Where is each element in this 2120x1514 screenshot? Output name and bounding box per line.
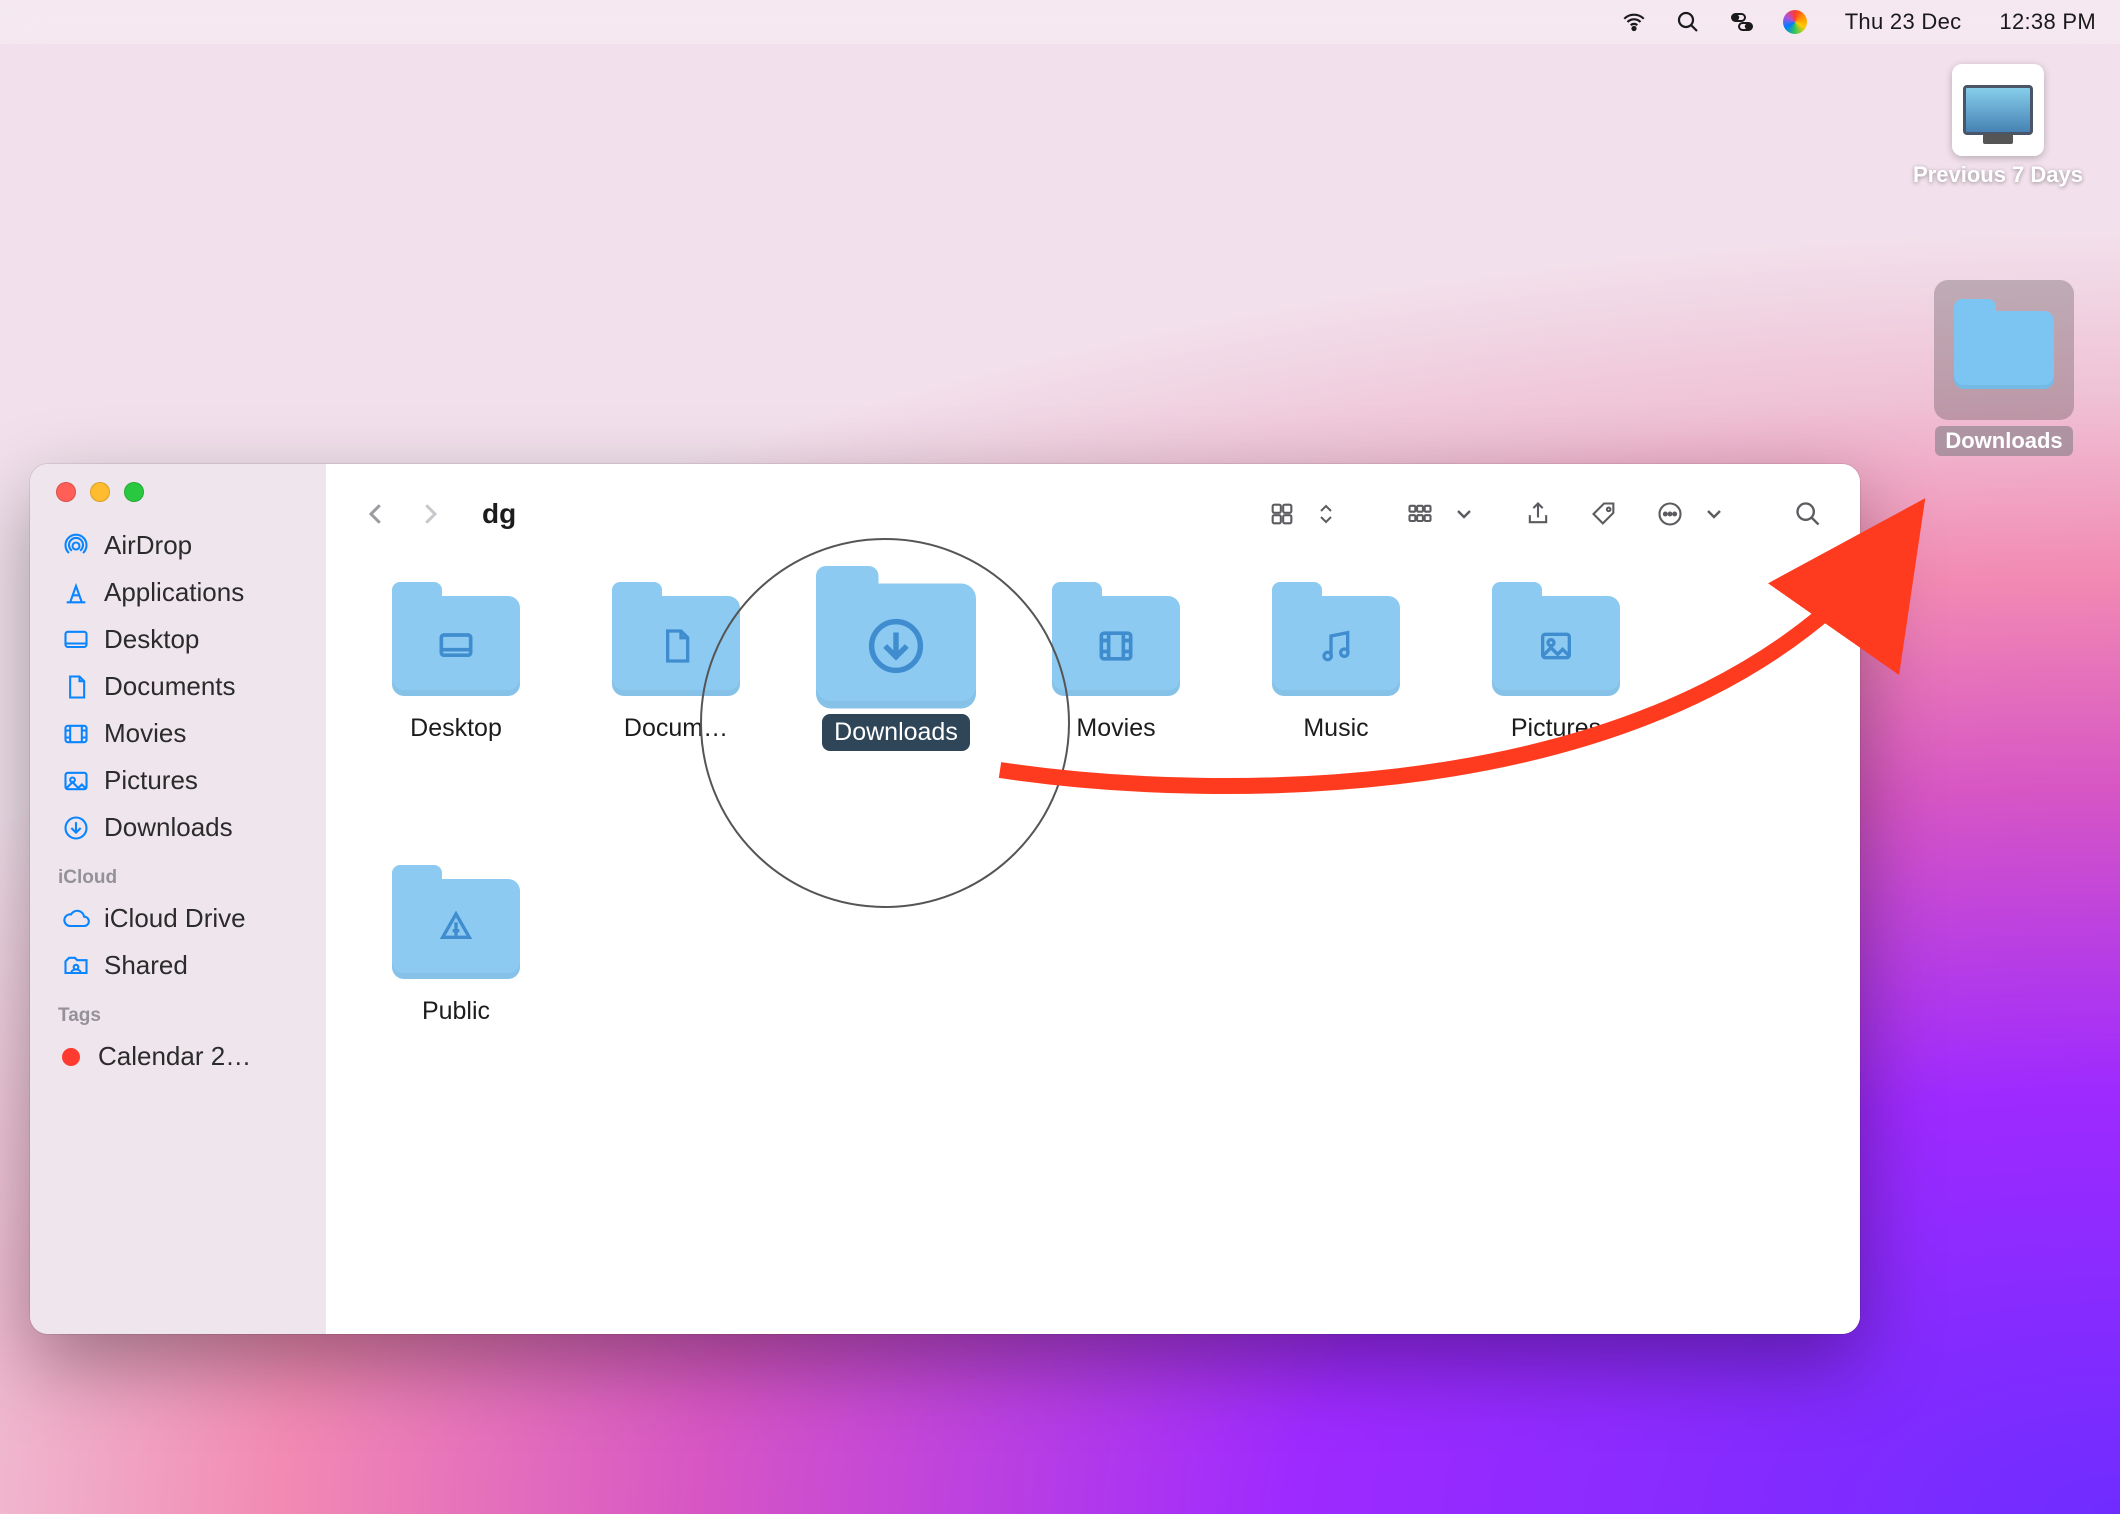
movies-sidebar-icon (62, 720, 90, 748)
folder-icon (1272, 596, 1400, 696)
sidebar-item-label: Shared (104, 950, 188, 981)
desktop-item-downloads-alias[interactable]: Downloads (1934, 280, 2074, 456)
sidebar-item-applications[interactable]: Applications (40, 569, 316, 616)
documents-glyph-icon (612, 596, 740, 696)
sidebar-item-documents[interactable]: Documents (40, 663, 316, 710)
sidebar-tag-calendar[interactable]: Calendar 2… (40, 1033, 316, 1080)
folder-icon (1934, 280, 2074, 420)
desktop-glyph-icon (392, 596, 520, 696)
minimize-button[interactable] (90, 482, 110, 502)
folder-label: Pictures (1511, 714, 1601, 743)
movies-glyph-icon (1052, 596, 1180, 696)
folder-icon (392, 596, 520, 696)
spotlight-icon[interactable] (1675, 9, 1701, 35)
documents-sidebar-icon (62, 673, 90, 701)
cloud-icon (62, 905, 90, 933)
close-button[interactable] (56, 482, 76, 502)
finder-main: dg (326, 464, 1860, 1334)
menubar-date[interactable]: Thu 23 Dec (1845, 9, 1962, 35)
folder-label: Desktop (410, 714, 502, 743)
sidebar-item-label: Pictures (104, 765, 198, 796)
folder-label: Music (1303, 714, 1368, 743)
shared-folder-icon (62, 952, 90, 980)
pictures-sidebar-icon (62, 767, 90, 795)
sidebar-item-label: Downloads (104, 812, 233, 843)
downloads-sidebar-icon (62, 814, 90, 842)
folder-music[interactable]: Music (1256, 588, 1416, 751)
folder-icon (612, 596, 740, 696)
chevron-down-icon[interactable] (1452, 490, 1476, 538)
airdrop-icon (62, 532, 90, 560)
downloads-glyph-icon (816, 584, 976, 709)
folder-icon (816, 584, 976, 709)
sidebar-item-desktop[interactable]: Desktop (40, 616, 316, 663)
folder-pictures[interactable]: Pictures (1476, 588, 1636, 751)
folder-movies[interactable]: Movies (1036, 588, 1196, 751)
forward-button[interactable] (408, 492, 452, 536)
share-button[interactable] (1514, 490, 1562, 538)
sidebar-item-icloud-drive[interactable]: iCloud Drive (40, 895, 316, 942)
sidebar-item-label: Calendar 2… (98, 1041, 251, 1072)
finder-title: dg (482, 498, 516, 530)
finder-sidebar: AirDrop Applications Desktop Documents M… (30, 464, 326, 1334)
pictures-glyph-icon (1492, 596, 1620, 696)
wifi-icon[interactable] (1621, 9, 1647, 35)
chevron-expand-icon[interactable] (1314, 490, 1338, 538)
action-menu-button[interactable] (1646, 490, 1694, 538)
folder-label: Public (422, 997, 490, 1026)
sidebar-item-label: iCloud Drive (104, 903, 246, 934)
control-center-icon[interactable] (1729, 9, 1755, 35)
desktop-item-previous-7-days[interactable]: Previous 7 Days (1928, 64, 2068, 188)
search-button[interactable] (1784, 490, 1832, 538)
sidebar-heading-tags: Tags (30, 989, 326, 1033)
sidebar-item-label: Desktop (104, 624, 199, 655)
folder-public[interactable]: Public (376, 871, 536, 1026)
sidebar-item-pictures[interactable]: Pictures (40, 757, 316, 804)
view-icons-button[interactable] (1258, 490, 1306, 538)
folder-icon (392, 879, 520, 979)
finder-window: AirDrop Applications Desktop Documents M… (30, 464, 1860, 1334)
sidebar-item-movies[interactable]: Movies (40, 710, 316, 757)
finder-toolbar: dg (326, 464, 1860, 564)
desktop-item-label: Downloads (1935, 426, 2072, 456)
folder-icon (1052, 596, 1180, 696)
applications-icon (62, 579, 90, 607)
chevron-down-icon[interactable] (1702, 490, 1726, 538)
music-glyph-icon (1272, 596, 1400, 696)
folder-label: Movies (1076, 714, 1155, 743)
folder-icon (1492, 596, 1620, 696)
sidebar-item-shared[interactable]: Shared (40, 942, 316, 989)
public-glyph-icon (392, 879, 520, 979)
zoom-button[interactable] (124, 482, 144, 502)
sidebar-heading-icloud: iCloud (30, 851, 326, 895)
siri-icon[interactable] (1783, 10, 1807, 34)
window-controls (30, 482, 326, 522)
desktop-sidebar-icon (62, 626, 90, 654)
tags-button[interactable] (1580, 490, 1628, 538)
menu-bar: Thu 23 Dec 12:38 PM (0, 0, 2120, 44)
folder-label: Docum… (624, 714, 728, 743)
folder-desktop[interactable]: Desktop (376, 588, 536, 751)
folder-downloads[interactable]: Downloads (816, 588, 976, 751)
sidebar-item-label: Applications (104, 577, 244, 608)
smart-folder-icon (1952, 64, 2044, 156)
tag-dot-red-icon (62, 1048, 80, 1066)
back-button[interactable] (354, 492, 398, 536)
sidebar-item-label: AirDrop (104, 530, 192, 561)
sidebar-item-airdrop[interactable]: AirDrop (40, 522, 316, 569)
sidebar-item-downloads[interactable]: Downloads (40, 804, 316, 851)
menubar-time[interactable]: 12:38 PM (1999, 9, 2096, 35)
folder-label: Downloads (822, 714, 970, 751)
folder-documents[interactable]: Docum… (596, 588, 756, 751)
desktop-item-label: Previous 7 Days (1913, 162, 2083, 188)
group-by-button[interactable] (1396, 490, 1444, 538)
sidebar-item-label: Movies (104, 718, 186, 749)
sidebar-item-label: Documents (104, 671, 236, 702)
finder-content[interactable]: Desktop Docum… Downloads (326, 564, 1860, 1334)
